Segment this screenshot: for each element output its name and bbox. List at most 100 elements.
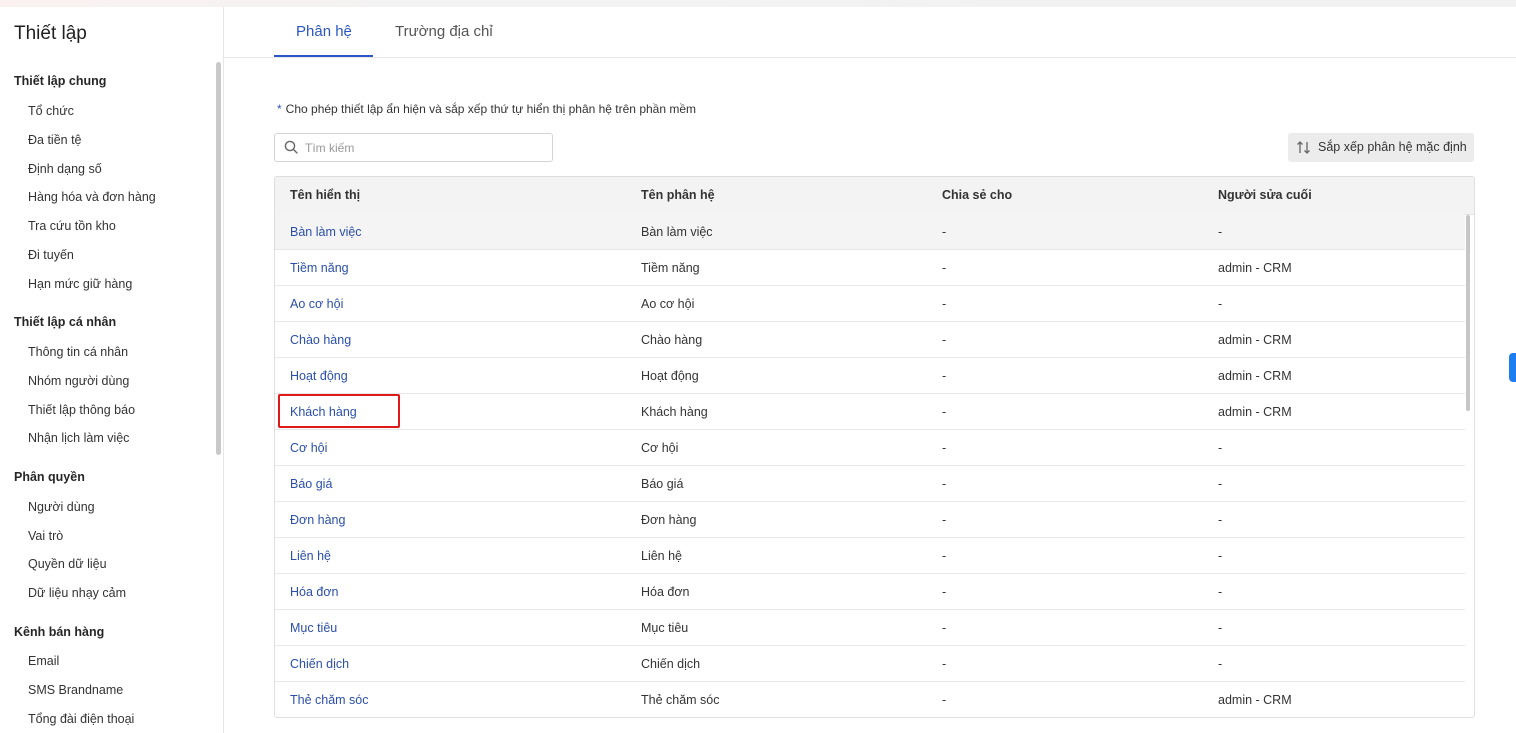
- cell-module-name: Hoạt động: [641, 369, 699, 383]
- sort-default-button[interactable]: Sắp xếp phân hệ mặc định: [1288, 133, 1474, 162]
- cell-display-name[interactable]: Liên hệ: [290, 549, 331, 563]
- table-row[interactable]: Chào hàng Chào hàng - admin - CRM: [275, 322, 1465, 358]
- cell-display-name[interactable]: Chào hàng: [290, 333, 351, 347]
- sidebar-item-users[interactable]: Người dùng: [28, 500, 95, 514]
- cell-display-name[interactable]: Tiềm năng: [290, 261, 349, 275]
- cell-shared-with: -: [942, 369, 947, 383]
- sidebar-item-sms-brandname[interactable]: SMS Brandname: [28, 683, 123, 697]
- cell-display-name[interactable]: Hoạt động: [290, 369, 348, 383]
- cell-shared-with: -: [942, 549, 947, 563]
- table-row[interactable]: Đơn hàng Đơn hàng - -: [275, 502, 1465, 538]
- side-panel-handle[interactable]: [1509, 353, 1516, 382]
- search-box[interactable]: [274, 133, 553, 162]
- sidebar-item-number-format[interactable]: Định dạng số: [28, 162, 102, 176]
- table-row[interactable]: Liên hệ Liên hệ - -: [275, 538, 1465, 574]
- sidebar-item-goods-orders[interactable]: Hàng hóa và đơn hàng: [28, 190, 156, 204]
- settings-sidebar: Thiết lập Thiết lập chung Tổ chức Đa tiề…: [0, 7, 224, 733]
- cell-shared-with: -: [942, 585, 947, 599]
- cell-display-name[interactable]: Khách hàng: [290, 405, 357, 419]
- cell-last-editor: -: [1218, 477, 1223, 491]
- sidebar-group-personal[interactable]: Thiết lập cá nhân: [14, 315, 116, 329]
- sidebar-item-call-center[interactable]: Tổng đài điện thoại: [28, 712, 134, 726]
- cell-display-name[interactable]: Thẻ chăm sóc: [290, 693, 369, 707]
- search-input[interactable]: [303, 138, 547, 158]
- table-row[interactable]: Hóa đơn Hóa đơn - -: [275, 574, 1465, 610]
- cell-last-editor: admin - CRM: [1218, 369, 1292, 383]
- table-row[interactable]: Chiến dịch Chiến dịch - -: [275, 646, 1465, 682]
- cell-module-name: Ao cơ hội: [641, 297, 695, 311]
- cell-display-name[interactable]: Chiến dịch: [290, 657, 349, 671]
- cell-display-name[interactable]: Ao cơ hội: [290, 297, 343, 311]
- table-row[interactable]: Thẻ chăm sóc Thẻ chăm sóc - admin - CRM: [275, 682, 1465, 717]
- cell-display-name[interactable]: Đơn hàng: [290, 513, 345, 527]
- active-tab-indicator: [274, 55, 373, 57]
- cell-shared-with: -: [942, 657, 947, 671]
- cell-shared-with: -: [942, 477, 947, 491]
- cell-shared-with: -: [942, 405, 947, 419]
- cell-module-name: Chào hàng: [641, 333, 703, 347]
- sidebar-item-sensitive-data[interactable]: Dữ liệu nhạy cảm: [28, 586, 126, 600]
- cell-display-name[interactable]: Báo giá: [290, 477, 332, 491]
- cell-module-name: Bàn làm việc: [641, 225, 713, 239]
- cell-module-name: Chiến dịch: [641, 657, 701, 671]
- sidebar-item-holding-limit[interactable]: Hạn mức giữ hàng: [28, 277, 132, 291]
- info-note: * Cho phép thiết lập ẩn hiện và sắp xếp t…: [277, 102, 696, 116]
- cell-display-name[interactable]: Bàn làm việc: [290, 225, 362, 239]
- cell-display-name[interactable]: Mục tiêu: [290, 621, 337, 635]
- cell-shared-with: -: [942, 513, 947, 527]
- sidebar-item-organization[interactable]: Tổ chức: [28, 104, 74, 118]
- cell-shared-with: -: [942, 225, 947, 239]
- note-asterisk: *: [277, 102, 282, 116]
- cell-last-editor: admin - CRM: [1218, 693, 1292, 707]
- cell-last-editor: -: [1218, 549, 1223, 563]
- col-header-shared-with: Chia sẻ cho: [942, 188, 1013, 202]
- cell-last-editor: -: [1218, 225, 1223, 239]
- col-header-module-name: Tên phân hệ: [641, 188, 715, 202]
- sidebar-item-inventory-lookup[interactable]: Tra cứu tồn kho: [28, 219, 116, 233]
- cell-display-name[interactable]: Cơ hội: [290, 441, 327, 455]
- cell-last-editor: admin - CRM: [1218, 333, 1292, 347]
- cell-module-name: Báo giá: [641, 477, 684, 491]
- sidebar-item-user-groups[interactable]: Nhóm người dùng: [28, 374, 129, 388]
- sidebar-item-routes[interactable]: Đi tuyến: [28, 248, 74, 262]
- cell-display-name[interactable]: Hóa đơn: [290, 585, 339, 599]
- sidebar-group-permissions[interactable]: Phân quyền: [14, 470, 85, 484]
- cell-module-name: Hóa đơn: [641, 585, 690, 599]
- cell-shared-with: -: [942, 297, 947, 311]
- sidebar-scrollbar[interactable]: [216, 62, 221, 455]
- cell-module-name: Mục tiêu: [641, 621, 689, 635]
- cell-last-editor: -: [1218, 297, 1223, 311]
- table-row[interactable]: Hoạt động Hoạt động - admin - CRM: [275, 358, 1465, 394]
- table-row[interactable]: Cơ hội Cơ hội - -: [275, 430, 1465, 466]
- sidebar-title: Thiết lập: [14, 23, 87, 44]
- table-row[interactable]: Bàn làm việc Bàn làm việc - -: [275, 214, 1465, 250]
- table-row[interactable]: Tiềm năng Tiềm năng - admin - CRM: [275, 250, 1465, 286]
- table-row[interactable]: Mục tiêu Mục tiêu - -: [275, 610, 1465, 646]
- tab-modules[interactable]: Phân hệ: [296, 23, 352, 40]
- sidebar-item-personal-info[interactable]: Thông tin cá nhân: [28, 345, 128, 359]
- sidebar-item-email[interactable]: Email: [28, 654, 59, 668]
- cell-module-name: Tiềm năng: [641, 261, 700, 275]
- sidebar-group-sales-channels[interactable]: Kênh bán hàng: [14, 625, 104, 639]
- table-scrollbar[interactable]: [1466, 215, 1470, 411]
- sidebar-item-work-schedule[interactable]: Nhận lịch làm việc: [28, 431, 129, 445]
- table-row[interactable]: Khách hàng Khách hàng - admin - CRM: [275, 394, 1465, 430]
- sidebar-item-multi-currency[interactable]: Đa tiền tệ: [28, 133, 82, 147]
- sidebar-item-roles[interactable]: Vai trò: [28, 529, 63, 543]
- cell-module-name: Cơ hội: [641, 441, 679, 455]
- cell-shared-with: -: [942, 693, 947, 707]
- sort-default-label: Sắp xếp phân hệ mặc định: [1318, 140, 1467, 154]
- tab-address-fields[interactable]: Trường địa chỉ: [395, 23, 493, 40]
- cell-last-editor: -: [1218, 585, 1223, 599]
- sidebar-group-general[interactable]: Thiết lập chung: [14, 74, 106, 88]
- sidebar-item-data-rights[interactable]: Quyền dữ liệu: [28, 557, 107, 571]
- sidebar-item-notification-settings[interactable]: Thiết lập thông báo: [28, 403, 135, 417]
- cell-last-editor: -: [1218, 621, 1223, 635]
- table-row[interactable]: Báo giá Báo giá - -: [275, 466, 1465, 502]
- cell-module-name: Thẻ chăm sóc: [641, 693, 720, 707]
- cell-shared-with: -: [942, 261, 947, 275]
- cell-last-editor: admin - CRM: [1218, 405, 1292, 419]
- table-row[interactable]: Ao cơ hội Ao cơ hội - -: [275, 286, 1465, 322]
- cell-module-name: Khách hàng: [641, 405, 708, 419]
- cell-shared-with: -: [942, 621, 947, 635]
